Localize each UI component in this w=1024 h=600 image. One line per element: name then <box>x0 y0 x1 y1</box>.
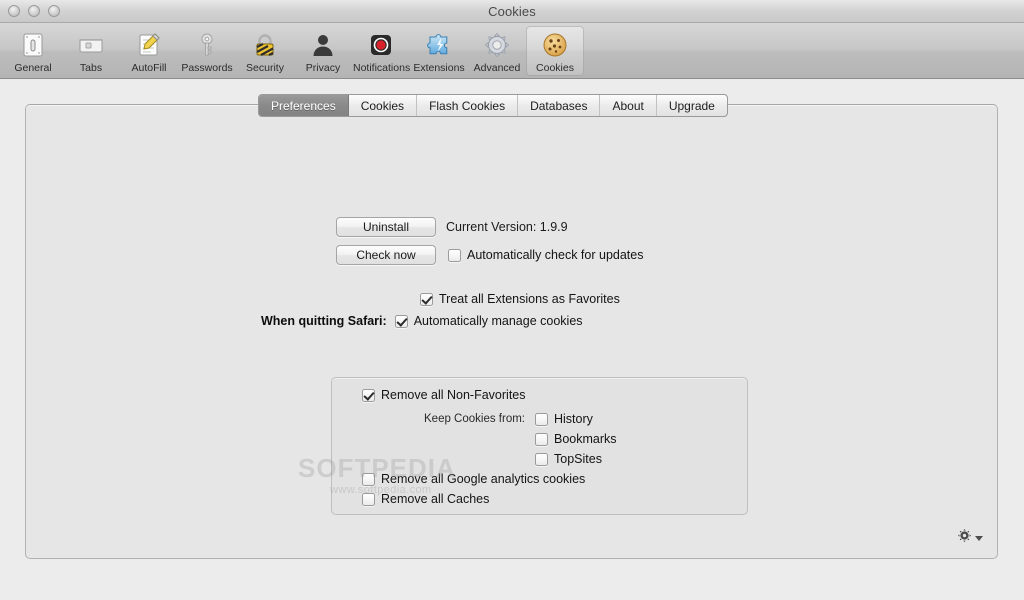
preferences-window: Cookies General Tabs AutoFill Passwords … <box>0 0 1024 600</box>
remove-caches-checkbox[interactable]: Remove all Caches <box>362 492 489 506</box>
toolbar-label-privacy: Privacy <box>305 62 341 74</box>
minimize-button[interactable] <box>28 5 40 17</box>
remove-non-favorites-label: Remove all Non-Favorites <box>381 388 526 402</box>
keep-cookies-topsites-checkbox[interactable]: TopSites <box>535 452 602 466</box>
preferences-tabbar: Preferences Cookies Flash Cookies Databa… <box>258 94 728 117</box>
tab-about[interactable]: About <box>600 95 657 116</box>
toolbar-item-passwords[interactable]: Passwords <box>178 26 236 76</box>
caret-down-icon <box>975 535 983 541</box>
tab-flash-cookies[interactable]: Flash Cookies <box>417 95 519 116</box>
keep-cookies-bookmarks-checkbox[interactable]: Bookmarks <box>535 432 617 446</box>
gear-icon <box>957 528 972 548</box>
remove-non-favorites-checkbox[interactable]: Remove all Non-Favorites <box>362 388 526 402</box>
uninstall-row: Uninstall Current Version: 1.9.9 <box>336 217 568 237</box>
autofill-icon <box>121 30 177 60</box>
treat-extensions-favorites-row: Treat all Extensions as Favorites <box>420 292 620 306</box>
keep-cookies-from-row: Keep Cookies from: History <box>410 412 593 426</box>
keep-cookies-history-label: History <box>554 412 593 426</box>
checkbox-box <box>362 388 375 402</box>
tab-upgrade[interactable]: Upgrade <box>657 95 727 116</box>
toolbar-label-cookies: Cookies <box>536 62 574 74</box>
uninstall-button[interactable]: Uninstall <box>336 217 436 237</box>
privacy-person-icon <box>295 30 351 60</box>
remove-non-favorites-row: Remove all Non-Favorites <box>362 388 526 402</box>
check-now-button[interactable]: Check now <box>336 245 436 265</box>
treat-extensions-favorites-checkbox[interactable]: Treat all Extensions as Favorites <box>420 292 620 306</box>
content-area: Preferences Cookies Flash Cookies Databa… <box>0 79 1024 600</box>
general-icon <box>5 30 61 60</box>
traffic-lights <box>8 5 60 17</box>
keep-cookies-from-label: Keep Cookies from: <box>424 413 525 425</box>
checkbox-box <box>362 492 375 506</box>
zoom-button[interactable] <box>48 5 60 17</box>
checkbox-box <box>362 472 375 486</box>
remove-google-analytics-checkbox[interactable]: Remove all Google analytics cookies <box>362 472 585 486</box>
action-menu-button[interactable] <box>957 528 983 548</box>
treat-extensions-favorites-label: Treat all Extensions as Favorites <box>439 292 620 306</box>
remove-caches-row: Remove all Caches <box>362 492 489 506</box>
toolbar-label-notifications: Notifications <box>353 62 411 74</box>
auto-check-updates-checkbox[interactable]: Automatically check for updates <box>448 248 643 262</box>
toolbar-item-advanced[interactable]: Advanced <box>468 26 526 76</box>
current-version-text: Current Version: 1.9.9 <box>446 220 568 234</box>
toolbar-label-advanced: Advanced <box>473 62 521 74</box>
checkbox-box <box>535 452 548 466</box>
keep-cookies-bookmarks-label: Bookmarks <box>554 432 617 446</box>
toolbar-item-cookies[interactable]: Cookies <box>526 26 584 76</box>
window-titlebar: Cookies <box>0 0 1024 23</box>
checkbox-box <box>420 292 433 306</box>
tabs-icon <box>63 30 119 60</box>
auto-manage-cookies-label: Automatically manage cookies <box>413 314 583 328</box>
cookies-cookie-icon <box>527 30 583 60</box>
toolbar-item-extensions[interactable]: Extensions <box>410 26 468 76</box>
tab-databases[interactable]: Databases <box>518 95 601 116</box>
advanced-gear-icon <box>469 30 525 60</box>
checkbox-box <box>535 412 548 426</box>
keep-cookies-history-checkbox[interactable]: History <box>535 412 593 426</box>
toolbar-item-notifications[interactable]: Notifications <box>352 26 410 76</box>
toolbar-label-security: Security <box>246 62 284 74</box>
checkbox-box <box>535 432 548 446</box>
window-title: Cookies <box>488 3 536 19</box>
toolbar-label-tabs: Tabs <box>79 62 103 74</box>
toolbar-item-autofill[interactable]: AutoFill <box>120 26 178 76</box>
toolbar-item-general[interactable]: General <box>4 26 62 76</box>
checkbox-box <box>394 314 408 328</box>
keep-cookies-bookmarks-row: Bookmarks <box>535 432 617 446</box>
keep-cookies-topsites-row: TopSites <box>535 452 602 466</box>
checkbox-box <box>448 248 461 262</box>
toolbar-item-security[interactable]: Security <box>236 26 294 76</box>
toolbar-item-privacy[interactable]: Privacy <box>294 26 352 76</box>
security-lock-icon <box>237 30 293 60</box>
toolbar-label-autofill: AutoFill <box>131 62 167 74</box>
remove-caches-label: Remove all Caches <box>381 492 490 506</box>
keep-cookies-topsites-label: TopSites <box>554 452 602 466</box>
preferences-toolbar: General Tabs AutoFill Passwords Security… <box>0 23 1024 79</box>
when-quitting-safari-label: When quitting Safari: <box>261 314 387 328</box>
auto-manage-cookies-checkbox[interactable]: Automatically manage cookies <box>394 314 583 328</box>
notifications-record-icon <box>353 30 409 60</box>
check-updates-row: Check now Automatically check for update… <box>336 245 643 265</box>
cookie-removal-groupbox: Remove all Non-Favorites Keep Cookies fr… <box>331 377 748 515</box>
tab-cookies[interactable]: Cookies <box>349 95 418 116</box>
passwords-key-icon <box>179 30 235 60</box>
toolbar-item-tabs[interactable]: Tabs <box>62 26 120 76</box>
preferences-panel: Uninstall Current Version: 1.9.9 Check n… <box>25 104 998 559</box>
close-button[interactable] <box>8 5 20 17</box>
toolbar-label-passwords: Passwords <box>181 62 233 74</box>
extensions-puzzle-icon <box>411 30 467 60</box>
toolbar-label-extensions: Extensions <box>413 62 465 74</box>
tab-preferences[interactable]: Preferences <box>259 95 349 116</box>
auto-check-updates-label: Automatically check for updates <box>467 248 644 262</box>
when-quitting-safari-row: When quitting Safari: Automatically mana… <box>261 314 583 328</box>
toolbar-label-general: General <box>14 62 52 74</box>
remove-google-analytics-row: Remove all Google analytics cookies <box>362 472 585 486</box>
remove-google-analytics-label: Remove all Google analytics cookies <box>381 472 586 486</box>
